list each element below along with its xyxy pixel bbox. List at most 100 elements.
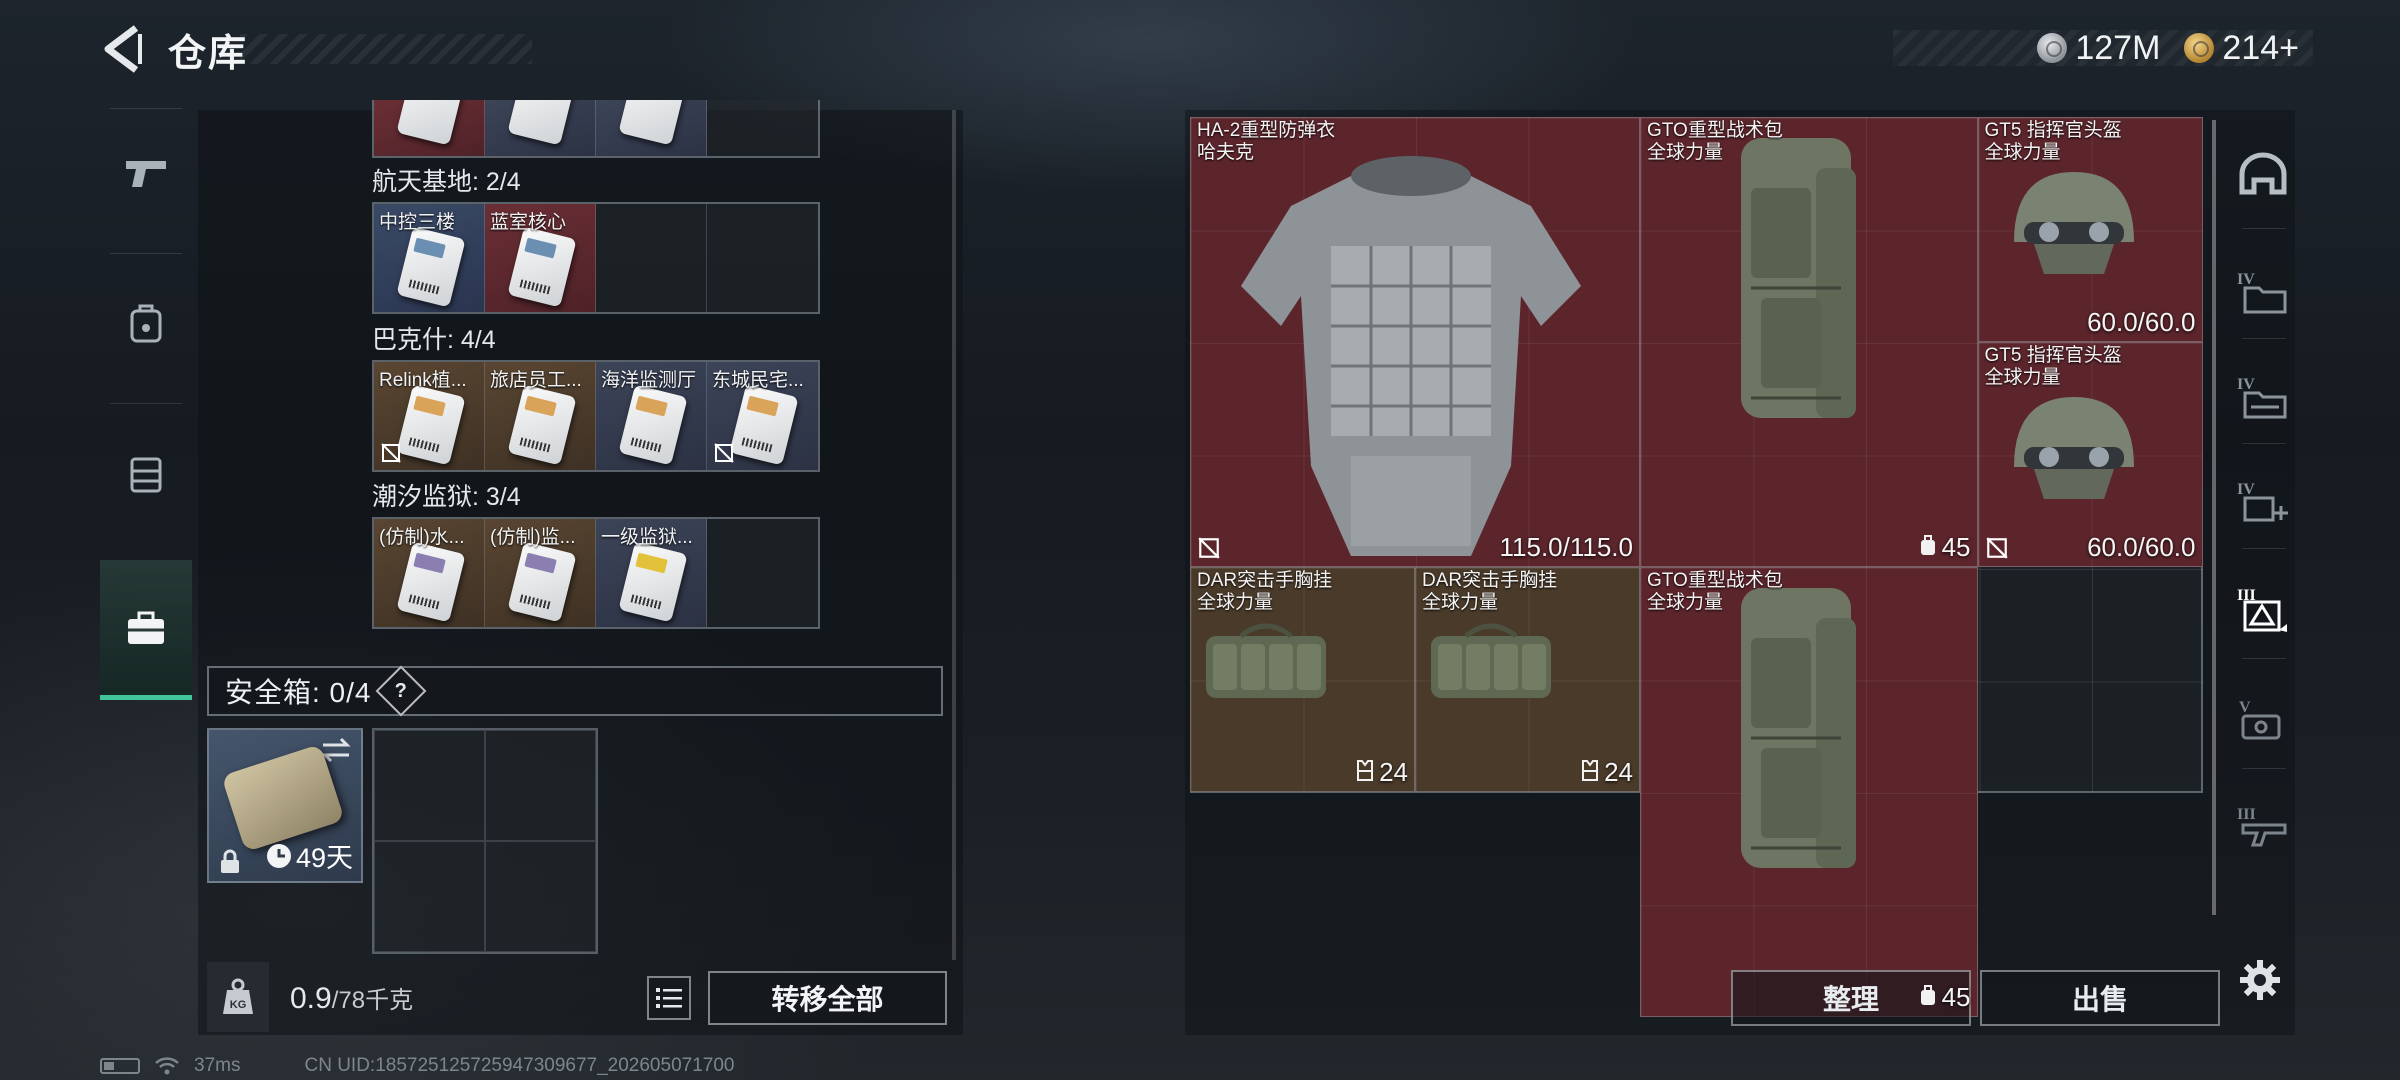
nav-backpack[interactable] [100, 258, 192, 388]
keycard-slot-empty[interactable] [596, 204, 707, 312]
stash-item-rig[interactable]: DAR突击手胸挂 全球力量 24 [1415, 567, 1640, 792]
folder-iv-icon: IV [2237, 271, 2287, 314]
settings-button[interactable] [2230, 950, 2290, 1010]
armor-art [1221, 136, 1601, 561]
keycard-slot[interactable]: 旅店员工... [485, 362, 596, 470]
item-name: DAR突击手胸挂 全球力量 [1422, 570, 1557, 614]
filter-tier-iv-medical[interactable]: IV [2230, 468, 2296, 534]
help-label: ? [395, 679, 408, 702]
keycard-art [507, 384, 577, 466]
status-bar: 37ms CN UID:1857251257259473096​77_20260… [100, 1054, 734, 1078]
nav-chest-rig[interactable] [100, 408, 192, 538]
filter-tier-iv-b[interactable]: IV [2230, 363, 2296, 429]
gear-icon [2240, 960, 2280, 1000]
keycard-slot-empty[interactable] [707, 519, 818, 627]
safe-slot-empty[interactable] [485, 730, 596, 841]
keycard-slot[interactable]: 海洋监测厅 [596, 362, 707, 470]
item-stat: 60.0/60.0 [2087, 532, 2195, 563]
case-v-icon: V [2239, 699, 2281, 740]
title-decoration [240, 34, 532, 64]
left-category-nav [100, 108, 192, 708]
filter-tier-iv-a[interactable]: IV [2230, 258, 2296, 324]
stash-item-helmet[interactable]: GT5 指挥官头盔 全球力量 60.0/60.0 [1977, 117, 2203, 342]
filter-tier-iii-weapon[interactable]: III [2230, 793, 2296, 859]
keycard-row-partial [372, 100, 820, 158]
item-faction: 全球力量 [1647, 142, 1724, 163]
rig-art [1426, 616, 1556, 711]
stash-item-helmet[interactable]: GT5 指挥官头盔 全球力量 60.0/60.0 [1977, 342, 2203, 567]
item-faction: 全球力量 [1422, 592, 1499, 613]
item-stat: 115.0/115.0 [1500, 532, 1634, 563]
keycard-slot[interactable]: Relink植... [374, 362, 485, 470]
sell-button[interactable]: 出售 [1980, 970, 2220, 1026]
carry-weight-value: 0.9 [290, 982, 332, 1015]
keycard-slot-empty[interactable] [707, 100, 818, 156]
item-faction: 全球力量 [1647, 592, 1724, 613]
item-stat-value: 60.0/60.0 [2087, 307, 2196, 337]
list-view-button[interactable] [647, 976, 691, 1020]
item-title: GTO重型战术包 [1647, 120, 1783, 141]
keycard-section-title: 航天基地: 2/4 [372, 168, 521, 196]
keycard-label: (仿制)水... [379, 527, 465, 548]
backpack-capacity-icon [1919, 532, 1937, 563]
back-button[interactable] [100, 24, 148, 74]
stash-item-rig[interactable]: DAR突击手胸挂 全球力量 24 [1190, 567, 1415, 792]
keycard-row: Relink植... 旅店员工... 海洋监测厅 东城民宅... [372, 360, 820, 472]
left-scrollbar[interactable] [952, 110, 956, 960]
keycard-slot[interactable]: 一级监狱... [596, 519, 707, 627]
backpack-capacity-icon [1919, 982, 1937, 1013]
silver-coin-icon [2037, 33, 2068, 63]
carry-weight: 0.9/78千克 [290, 980, 413, 1016]
keycard-slot[interactable] [596, 100, 707, 156]
keycard-slot[interactable]: 蓝室核心 [485, 204, 596, 312]
no-trade-icon [1985, 537, 2008, 559]
item-stat: 45 [1919, 532, 1971, 563]
keycard-art [396, 541, 466, 623]
item-title: GT5 指挥官头盔 [1984, 345, 2122, 366]
item-faction: 全球力量 [1984, 367, 2061, 388]
keycard-slot[interactable] [485, 100, 596, 156]
stash-item-bag[interactable]: GTO重型战术包 全球力量 45 [1640, 117, 1978, 567]
backpack-icon [130, 304, 162, 343]
safe-slot-empty[interactable] [374, 730, 485, 841]
stash-item-bag[interactable]: GTO重型战术包 全球力量 45 [1640, 567, 1978, 1017]
help-button[interactable]: ? [376, 665, 427, 717]
item-name: DAR突击手胸挂 全球力量 [1197, 570, 1332, 614]
item-faction: 全球力量 [1984, 142, 2061, 163]
safe-box-item[interactable]: 49天 [207, 728, 363, 883]
user-uid: CN UID:1857251257259473096​77_2026050717… [304, 1055, 735, 1076]
item-stat: 45 [1919, 982, 1971, 1013]
currency-silver[interactable]: 127M [2037, 29, 2160, 68]
transfer-all-button[interactable]: 转移全部 [708, 971, 947, 1025]
keycard-art [507, 226, 577, 308]
stash-item-armor[interactable]: HA-2重型防弹衣 哈夫克 115.0/115.0 [1190, 117, 1640, 567]
gun-icon [126, 161, 166, 187]
safe-slot-empty[interactable] [485, 841, 596, 952]
currency-gold[interactable]: 214+ [2184, 29, 2299, 68]
keycard-slot[interactable]: (仿制)监... [485, 519, 596, 627]
item-name: GT5 指挥官头盔 全球力量 [1985, 345, 2122, 389]
keycard-slot[interactable]: 中控三楼 [374, 204, 485, 312]
no-trade-icon [1198, 537, 1220, 559]
safe-slot-empty[interactable] [374, 841, 485, 952]
filter-helmet[interactable] [2230, 142, 2296, 208]
keycard-label: 一级监狱... [601, 527, 693, 548]
filter-tier-iii-armor[interactable]: III [2230, 576, 2296, 642]
keycard-label: 旅店员工... [490, 370, 582, 391]
keycard-slot[interactable]: (仿制)水... [374, 519, 485, 627]
bag-art [1721, 128, 1881, 433]
item-title: GT5 指挥官头盔 [1984, 120, 2122, 141]
back-arrow-icon [104, 25, 142, 73]
keycard-art [618, 384, 688, 466]
silver-amount: 127M [2075, 28, 2161, 67]
currency-bar: 127M 214+ [1893, 29, 2313, 68]
safe-box-duration: 49天 [266, 836, 353, 875]
keycard-slot-empty[interactable] [707, 204, 818, 312]
svg-text:IV: IV [2237, 271, 2255, 288]
nav-weapons[interactable] [100, 108, 192, 238]
keycard-row: 中控三楼 蓝室核心 [372, 202, 820, 314]
nav-keycase[interactable] [100, 560, 192, 700]
keycard-slot[interactable] [374, 100, 485, 156]
keycard-slot[interactable]: 东城民宅... [707, 362, 818, 470]
filter-tier-v-case[interactable]: V [2230, 686, 2296, 752]
